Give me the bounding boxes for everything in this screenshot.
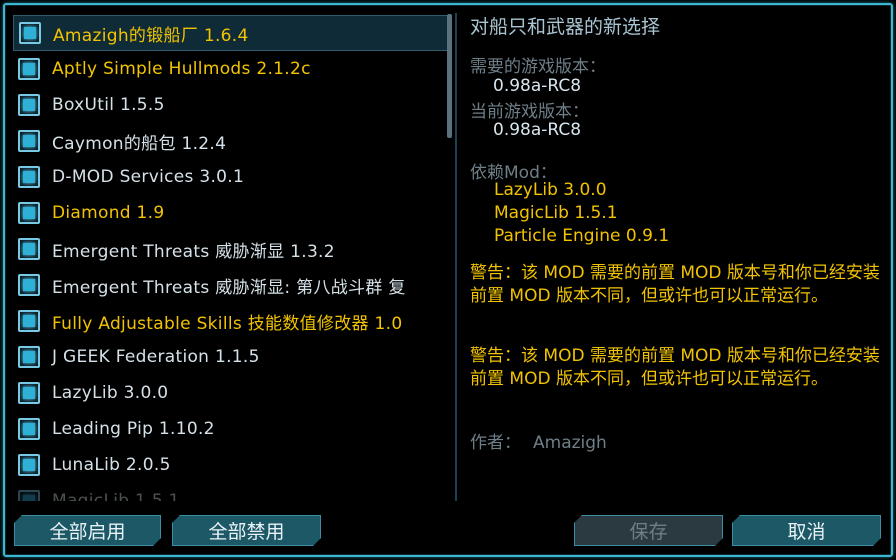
- checkbox-checked-icon[interactable]: [18, 94, 40, 116]
- mod-name: Emergent Threats 威胁渐显: 第八战斗群 复: [52, 277, 406, 298]
- mod-name: Diamond 1.9: [52, 203, 165, 223]
- mod-row-aptly-simple-hullmods[interactable]: Aptly Simple Hullmods 2.1.2c: [13, 51, 449, 87]
- checkbox-checked-icon[interactable]: [18, 238, 40, 260]
- mod-row-j-geek-federation[interactable]: J GEEK Federation 1.1.5: [13, 339, 449, 375]
- dependency-item: MagicLib 1.5.1: [494, 203, 618, 223]
- mod-row-d-mod-services[interactable]: D-MOD Services 3.0.1: [13, 159, 449, 195]
- mod-list-scrollbar[interactable]: [447, 14, 452, 138]
- dependency-version-warning: 警告：该 MOD 需要的前置 MOD 版本号和你已经安装前置 MOD 版本不同，…: [470, 346, 880, 389]
- mod-row-leading-pip[interactable]: Leading Pip 1.10.2: [13, 411, 449, 447]
- mod-name: Emergent Threats 威胁渐显 1.3.2: [52, 241, 335, 262]
- panel-divider: [455, 13, 457, 501]
- mod-name: Aptly Simple Hullmods 2.1.2c: [52, 59, 311, 79]
- mod-name: LunaLib 2.0.5: [52, 455, 171, 475]
- checkbox-checked-icon[interactable]: [18, 130, 40, 152]
- mod-row-magiclib[interactable]: MagicLib 1.5.1: [13, 483, 449, 501]
- mod-row-lunalib[interactable]: LunaLib 2.0.5: [13, 447, 449, 483]
- author-label: 作者：: [470, 433, 521, 453]
- checkbox-checked-icon[interactable]: [18, 454, 40, 476]
- checkbox-checked-icon[interactable]: [18, 202, 40, 224]
- checkbox-checked-icon[interactable]: [18, 58, 40, 80]
- mod-name: MagicLib 1.5.1: [52, 491, 180, 501]
- mod-name: LazyLib 3.0.0: [52, 383, 169, 403]
- mod-row-emergent-threats[interactable]: Emergent Threats 威胁渐显 1.3.2: [13, 231, 449, 267]
- checkbox-checked-icon[interactable]: [18, 274, 40, 296]
- mod-name: J GEEK Federation 1.1.5: [52, 347, 260, 367]
- required-version-label: 需要的游戏版本：: [470, 57, 606, 77]
- mod-row-lazylib[interactable]: LazyLib 3.0.0: [13, 375, 449, 411]
- save-button[interactable]: 保存: [574, 515, 723, 546]
- checkbox-checked-icon[interactable]: [18, 382, 40, 404]
- mod-row-diamond[interactable]: Diamond 1.9: [13, 195, 449, 231]
- mod-row-boxutil[interactable]: BoxUtil 1.5.5: [13, 87, 449, 123]
- checkbox-checked-icon[interactable]: [19, 22, 41, 44]
- mod-name: Caymon的船包 1.2.4: [52, 133, 227, 154]
- cancel-button[interactable]: 取消: [732, 515, 881, 546]
- dependency-item: Particle Engine 0.9.1: [494, 226, 670, 246]
- mod-row-emergent-threats-8th[interactable]: Emergent Threats 威胁渐显: 第八战斗群 复: [13, 267, 449, 303]
- checkbox-checked-icon[interactable]: [18, 166, 40, 188]
- required-version-value: 0.98a-RC8: [493, 76, 582, 96]
- checkbox-checked-icon[interactable]: [18, 418, 40, 440]
- enable-all-button[interactable]: 全部启用: [14, 515, 161, 546]
- checkbox-checked-icon[interactable]: [18, 310, 40, 332]
- mod-row-amazigh[interactable]: Amazigh的锻船厂 1.6.4: [13, 15, 449, 51]
- mod-row-caymon[interactable]: Caymon的船包 1.2.4: [13, 123, 449, 159]
- disable-all-button[interactable]: 全部禁用: [172, 515, 321, 546]
- dependency-item: LazyLib 3.0.0: [494, 180, 607, 200]
- checkbox-checked-icon[interactable]: [18, 346, 40, 368]
- mod-name: Amazigh的锻船厂 1.6.4: [53, 25, 249, 46]
- mod-name: Leading Pip 1.10.2: [52, 419, 215, 439]
- current-version-value: 0.98a-RC8: [493, 120, 582, 140]
- mod-name: BoxUtil 1.5.5: [52, 95, 165, 115]
- current-version-label: 当前游戏版本：: [470, 102, 589, 122]
- mod-description-title: 对船只和武器的新选择: [470, 16, 661, 38]
- mod-list[interactable]: Amazigh的锻船厂 1.6.4 Aptly Simple Hullmods …: [13, 13, 453, 501]
- mod-name: D-MOD Services 3.0.1: [52, 167, 245, 187]
- checkbox-checked-icon[interactable]: [18, 490, 40, 501]
- dependency-version-warning: 警告：该 MOD 需要的前置 MOD 版本号和你已经安装前置 MOD 版本不同，…: [470, 263, 880, 306]
- mod-name: Fully Adjustable Skills 技能数值修改器 1.0: [52, 313, 403, 334]
- mod-row-fully-adjustable-skills[interactable]: Fully Adjustable Skills 技能数值修改器 1.0: [13, 303, 449, 339]
- author-line: 作者： Amazigh: [470, 428, 607, 453]
- author-name: Amazigh: [533, 433, 607, 453]
